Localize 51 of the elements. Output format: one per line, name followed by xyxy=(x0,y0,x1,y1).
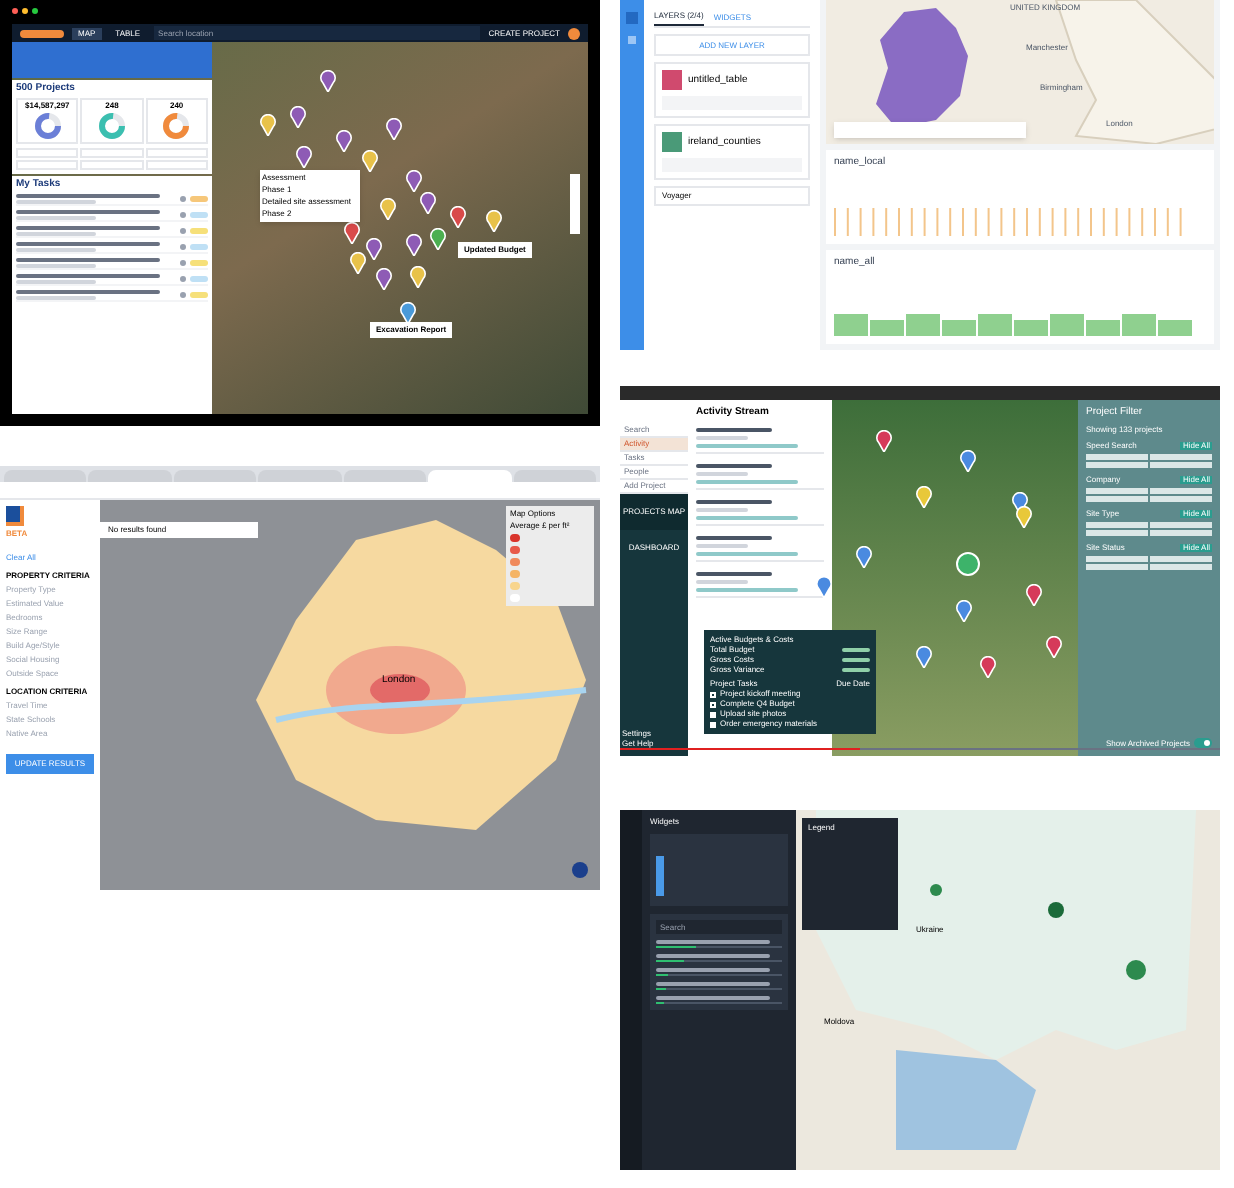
map-pin-icon[interactable] xyxy=(1026,584,1042,606)
map-pin-icon[interactable] xyxy=(296,146,312,168)
map-pin-icon[interactable] xyxy=(400,302,416,324)
map-pin-icon[interactable] xyxy=(1016,506,1032,528)
star-marker-icon[interactable] xyxy=(956,552,980,576)
map-controls xyxy=(570,174,580,234)
map-pin-icon[interactable] xyxy=(290,106,306,128)
histogram-bar xyxy=(656,856,664,896)
map-pin-icon[interactable] xyxy=(344,222,360,244)
map-pin-icon[interactable] xyxy=(486,210,502,232)
map-pin-icon[interactable] xyxy=(366,238,382,260)
map-pin-icon[interactable] xyxy=(350,252,366,274)
map-pin-icon[interactable] xyxy=(956,600,972,622)
help-icon[interactable] xyxy=(572,862,588,878)
map-pin-icon[interactable] xyxy=(336,130,352,152)
map-pin-icon[interactable] xyxy=(420,192,436,214)
assignee-icon xyxy=(180,259,186,265)
map-pin-icon[interactable] xyxy=(320,70,336,92)
map-pin-icon[interactable] xyxy=(876,430,892,452)
map-pin-icon[interactable] xyxy=(450,206,466,228)
archived-toggle[interactable] xyxy=(1194,738,1212,748)
assignee-icon xyxy=(180,291,186,297)
map-pin-icon[interactable] xyxy=(260,114,276,136)
map-pin-icon[interactable] xyxy=(406,170,422,192)
map-pin-icon[interactable] xyxy=(362,150,378,172)
avatar-icon[interactable] xyxy=(568,27,580,39)
map-pin-icon[interactable] xyxy=(430,228,446,250)
map-pin-icon[interactable] xyxy=(1046,636,1062,658)
logo-icon xyxy=(20,29,64,37)
assignee-icon xyxy=(180,195,186,201)
map-pin-icon[interactable] xyxy=(380,198,396,220)
assignee-icon xyxy=(180,275,186,281)
task-checkbox[interactable] xyxy=(710,711,716,717)
assignee-icon xyxy=(180,211,186,217)
task-checkbox[interactable] xyxy=(710,721,716,727)
task-checkbox[interactable] xyxy=(710,691,716,697)
map-pin-icon[interactable] xyxy=(856,546,872,568)
ireland-counties-drawing xyxy=(876,8,972,128)
assignee-icon xyxy=(180,243,186,249)
map-pin-icon[interactable] xyxy=(406,234,422,256)
map-pin-icon[interactable] xyxy=(816,576,832,598)
map-pin-icon[interactable] xyxy=(916,646,932,668)
map-pin-icon[interactable] xyxy=(386,118,402,140)
map-pin-icon[interactable] xyxy=(376,268,392,290)
map-pin-icon[interactable] xyxy=(980,656,996,678)
map-pin-icon[interactable] xyxy=(916,486,932,508)
task-checkbox[interactable] xyxy=(710,701,716,707)
logo-icon xyxy=(6,506,24,526)
map-pin-icon[interactable] xyxy=(960,450,976,472)
assignee-icon xyxy=(180,227,186,233)
map-pin-icon[interactable] xyxy=(410,266,426,288)
